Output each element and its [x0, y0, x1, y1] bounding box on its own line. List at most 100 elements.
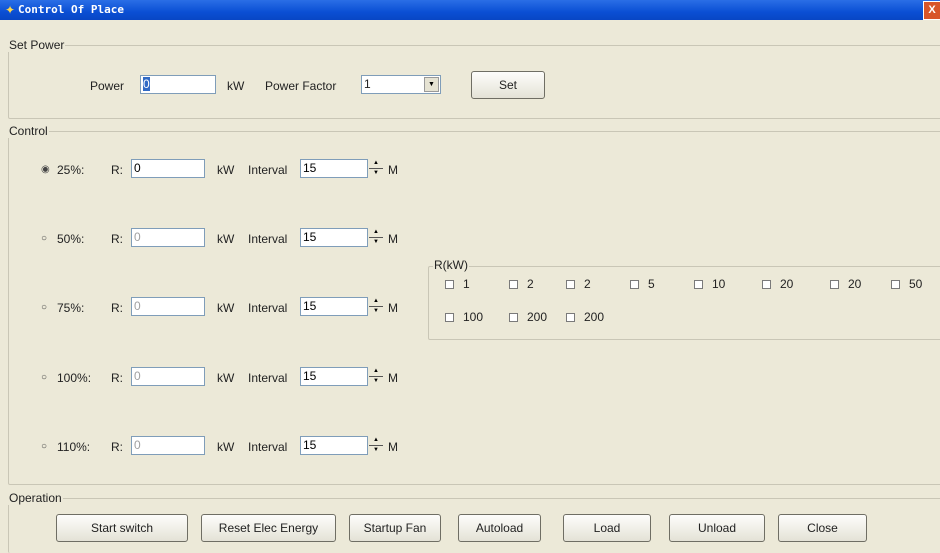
power-value: 0	[143, 77, 150, 91]
unload-button[interactable]: Unload	[669, 514, 765, 542]
window-title: Control Of Place	[18, 3, 124, 16]
r-label: R:	[111, 301, 123, 315]
pct-label: 110%:	[57, 440, 91, 454]
interval-label: Interval	[248, 232, 288, 246]
interval-spinner[interactable]: ▲ ▼	[368, 367, 384, 386]
rkw-checkbox[interactable]	[566, 313, 575, 322]
rkw-value: 20	[848, 277, 862, 291]
title-bar: ✦ Control Of Place X	[0, 0, 940, 20]
interval-spinner[interactable]: ▲ ▼	[368, 297, 384, 316]
kw-label: kW	[217, 371, 235, 385]
interval-spinner[interactable]: ▲ ▼	[368, 228, 384, 247]
r-label: R:	[111, 371, 123, 385]
kw-label: kW	[217, 301, 235, 315]
close-window-button[interactable]: X	[923, 1, 940, 20]
spin-up-icon[interactable]: ▲	[368, 367, 384, 376]
load-button[interactable]: Load	[563, 514, 651, 542]
chevron-down-icon[interactable]: ▼	[424, 77, 439, 92]
spin-down-icon[interactable]: ▼	[368, 446, 384, 455]
minute-label: M	[388, 371, 398, 385]
r-input[interactable]: 0	[131, 367, 205, 386]
r-input[interactable]: 0	[131, 159, 205, 178]
set-button[interactable]: Set	[471, 71, 545, 99]
rkw-value: 1	[463, 277, 470, 291]
rkw-checkbox[interactable]	[509, 313, 518, 322]
interval-input[interactable]: 15	[300, 159, 368, 178]
rkw-checkbox[interactable]	[762, 280, 771, 289]
power-unit-label: kW	[227, 79, 245, 93]
interval-input[interactable]: 15	[300, 436, 368, 455]
pct-radio[interactable]: ○	[41, 234, 51, 244]
rkw-checkbox[interactable]	[630, 280, 639, 289]
app-icon: ✦	[5, 3, 16, 17]
power-factor-label: Power Factor	[265, 79, 337, 93]
r-label: R:	[111, 232, 123, 246]
spin-down-icon[interactable]: ▼	[368, 377, 384, 386]
kw-label: kW	[217, 163, 235, 177]
power-label: Power	[90, 79, 125, 93]
spin-down-icon[interactable]: ▼	[368, 238, 384, 247]
r-input[interactable]: 0	[131, 297, 205, 316]
rkw-value: 2	[584, 277, 591, 291]
rkw-value: 20	[780, 277, 794, 291]
power-input[interactable]: 0	[140, 75, 216, 94]
rkw-value: 50	[909, 277, 923, 291]
minute-label: M	[388, 301, 398, 315]
spin-down-icon[interactable]: ▼	[368, 169, 384, 178]
pct-label: 75%:	[57, 301, 85, 315]
pct-radio[interactable]: ◉	[41, 165, 51, 175]
r-input[interactable]: 0	[131, 228, 205, 247]
rkw-value: 100	[463, 310, 484, 324]
rkw-legend: R(kW)	[433, 258, 469, 272]
close-button[interactable]: Close	[778, 514, 867, 542]
kw-label: kW	[217, 440, 235, 454]
rkw-checkbox[interactable]	[445, 280, 454, 289]
r-label: R:	[111, 163, 123, 177]
interval-label: Interval	[248, 163, 288, 177]
pct-radio[interactable]: ○	[41, 442, 51, 452]
rkw-checkbox[interactable]	[445, 313, 454, 322]
interval-label: Interval	[248, 371, 288, 385]
spin-up-icon[interactable]: ▲	[368, 297, 384, 306]
rkw-checkbox[interactable]	[509, 280, 518, 289]
r-label: R:	[111, 440, 123, 454]
rkw-value: 200	[584, 310, 605, 324]
pct-label: 25%:	[57, 163, 85, 177]
interval-input[interactable]: 15	[300, 228, 368, 247]
rkw-value: 2	[527, 277, 534, 291]
kw-label: kW	[217, 232, 235, 246]
rkw-group	[428, 266, 940, 340]
operation-legend: Operation	[8, 491, 63, 505]
rkw-checkbox[interactable]	[830, 280, 839, 289]
r-input[interactable]: 0	[131, 436, 205, 455]
interval-spinner[interactable]: ▲ ▼	[368, 159, 384, 178]
set-power-legend: Set Power	[8, 38, 66, 52]
interval-label: Interval	[248, 301, 288, 315]
spin-up-icon[interactable]: ▲	[368, 228, 384, 237]
autoload-button[interactable]: Autoload	[458, 514, 541, 542]
power-factor-select[interactable]: 1 ▼	[361, 75, 441, 94]
rkw-value: 200	[527, 310, 548, 324]
minute-label: M	[388, 232, 398, 246]
pct-radio[interactable]: ○	[41, 303, 51, 313]
pct-label: 50%:	[57, 232, 85, 246]
rkw-checkbox[interactable]	[566, 280, 575, 289]
rkw-checkbox[interactable]	[694, 280, 703, 289]
pct-label: 100%:	[57, 371, 92, 385]
interval-spinner[interactable]: ▲ ▼	[368, 436, 384, 455]
spin-up-icon[interactable]: ▲	[368, 159, 384, 168]
minute-label: M	[388, 163, 398, 177]
pct-radio[interactable]: ○	[41, 373, 51, 383]
power-factor-value: 1	[364, 77, 371, 91]
start-switch-button[interactable]: Start switch	[56, 514, 188, 542]
interval-input[interactable]: 15	[300, 367, 368, 386]
spin-down-icon[interactable]: ▼	[368, 307, 384, 316]
spin-up-icon[interactable]: ▲	[368, 436, 384, 445]
reset-elec-energy-button[interactable]: Reset Elec Energy	[201, 514, 336, 542]
startup-fan-button[interactable]: Startup Fan	[349, 514, 441, 542]
interval-input[interactable]: 15	[300, 297, 368, 316]
control-legend: Control	[8, 124, 49, 138]
rkw-checkbox[interactable]	[891, 280, 900, 289]
minute-label: M	[388, 440, 398, 454]
rkw-value: 10	[712, 277, 726, 291]
